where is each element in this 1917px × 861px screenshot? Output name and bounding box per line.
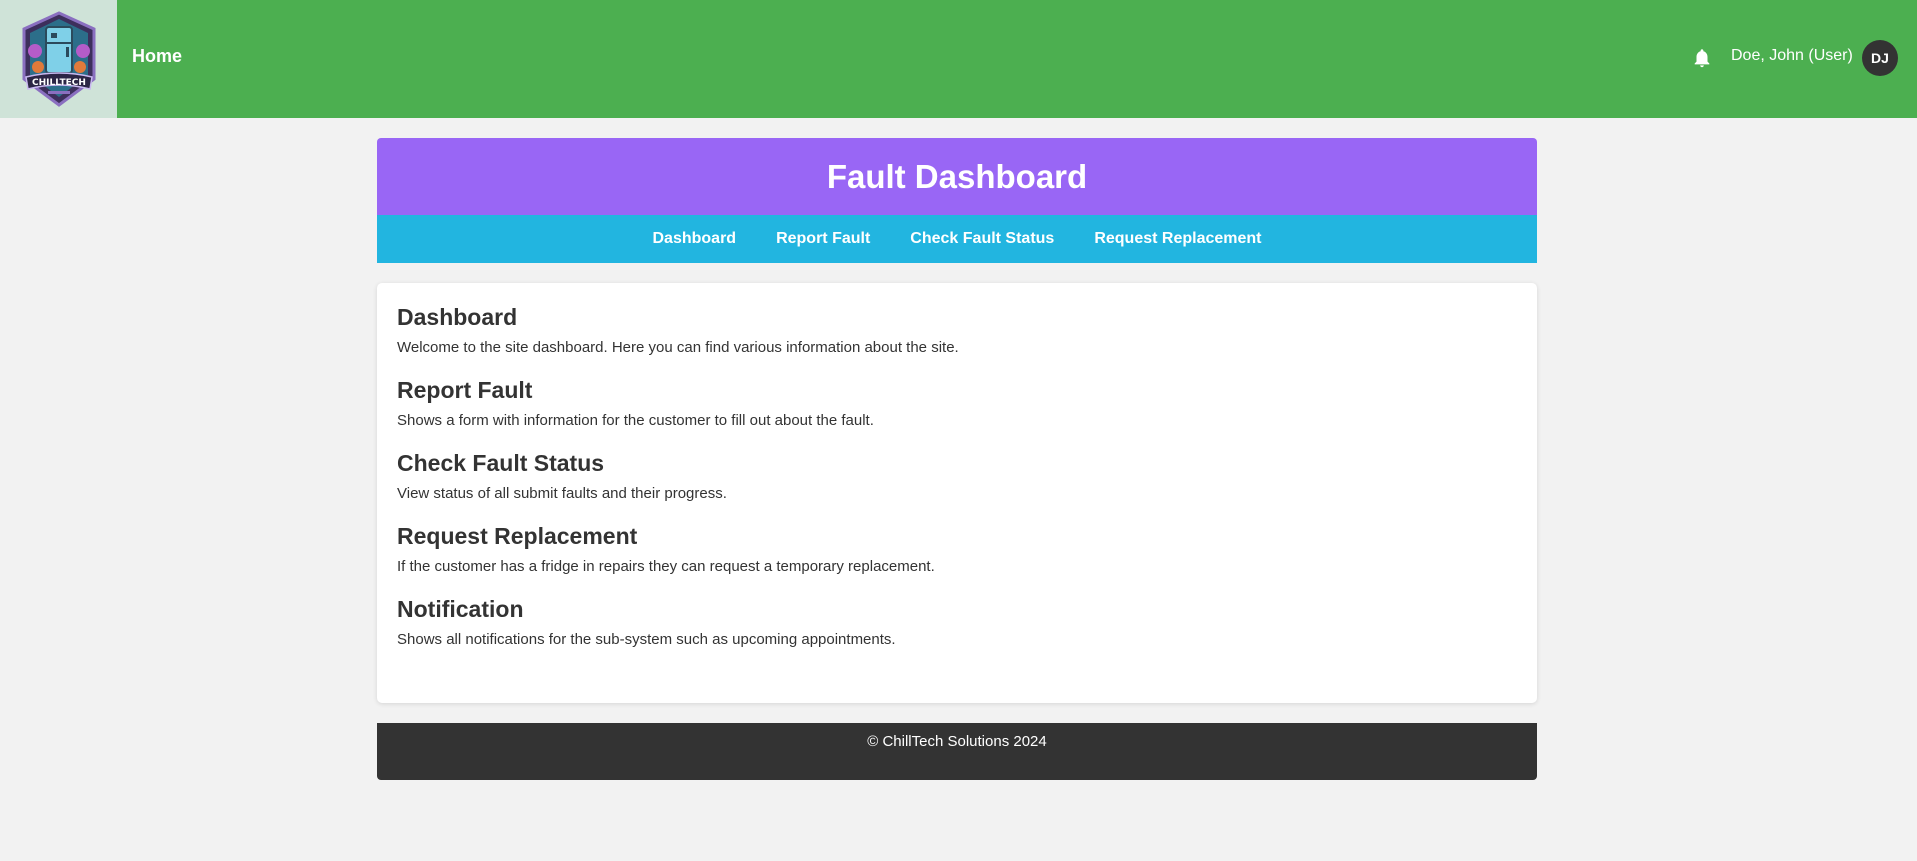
page-title: Fault Dashboard xyxy=(826,157,1088,195)
fridge-logo-icon: CHILLTECH xyxy=(22,11,95,107)
user-name[interactable]: Doe, John (User) xyxy=(1731,47,1853,65)
section-heading: Dashboard xyxy=(397,304,518,330)
section-description: Shows all notifications for the sub-syst… xyxy=(397,631,896,648)
chilltech-logo[interactable]: CHILLTECH xyxy=(0,0,117,118)
nav-check-fault-status[interactable]: Check Fault Status xyxy=(910,230,1054,248)
top-navbar: CHILLTECH Home Doe, John (User) DJ xyxy=(0,0,1917,118)
section-heading: Report Fault xyxy=(397,377,533,403)
footer-copyright: © ChillTech Solutions 2024 xyxy=(867,733,1047,750)
section-description: View status of all submit faults and the… xyxy=(397,485,727,502)
nav-dashboard[interactable]: Dashboard xyxy=(653,230,737,248)
section-request-replacement: Request Replacement If the customer has … xyxy=(397,522,1517,576)
section-notification: Notification Shows all notifications for… xyxy=(397,595,1517,649)
dashboard-header: Fault Dashboard xyxy=(377,138,1537,215)
nav-request-replacement[interactable]: Request Replacement xyxy=(1094,230,1261,248)
home-link[interactable]: Home xyxy=(132,46,182,67)
section-description: Welcome to the site dashboard. Here you … xyxy=(397,339,959,356)
section-check-fault-status: Check Fault Status View status of all su… xyxy=(397,449,1517,503)
logo-text: CHILLTECH xyxy=(32,78,86,88)
section-description: If the customer has a fridge in repairs … xyxy=(397,558,935,575)
dashboard-nav: Dashboard Report Fault Check Fault Statu… xyxy=(377,215,1537,263)
bell-icon[interactable] xyxy=(1691,47,1713,69)
footer: © ChillTech Solutions 2024 xyxy=(377,723,1537,780)
section-report-fault: Report Fault Shows a form with informati… xyxy=(397,376,1517,430)
nav-report-fault[interactable]: Report Fault xyxy=(776,230,870,248)
section-description: Shows a form with information for the cu… xyxy=(397,412,874,429)
content-card: Dashboard Welcome to the site dashboard.… xyxy=(377,283,1537,703)
section-dashboard: Dashboard Welcome to the site dashboard.… xyxy=(397,303,1517,357)
section-heading: Request Replacement xyxy=(397,523,638,549)
section-heading: Check Fault Status xyxy=(397,450,605,476)
section-heading: Notification xyxy=(397,596,524,622)
avatar[interactable]: DJ xyxy=(1862,40,1898,76)
